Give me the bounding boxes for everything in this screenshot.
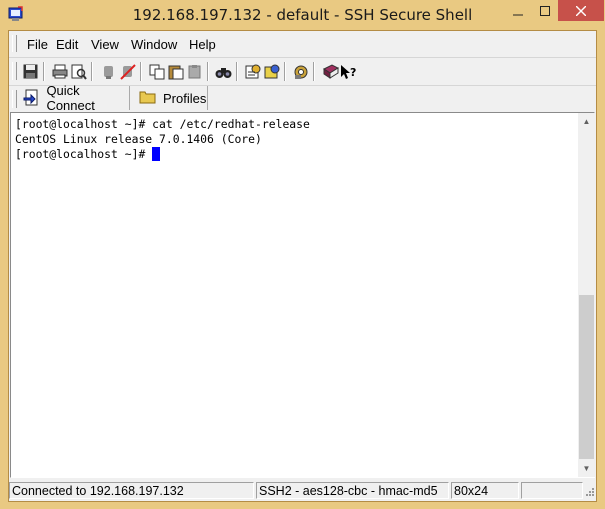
terminal-line: CentOS Linux release 7.0.1406 (Core) xyxy=(15,132,262,146)
resize-grip-icon[interactable] xyxy=(583,485,595,499)
file-transfer-icon[interactable] xyxy=(292,63,309,80)
settings-icon[interactable] xyxy=(244,63,261,80)
status-bar: Connected to 192.168.197.132 SSH2 - aes1… xyxy=(9,480,596,501)
profiles-button[interactable]: Profiles xyxy=(131,86,208,110)
menu-view[interactable]: View xyxy=(91,37,119,52)
minimize-icon[interactable] xyxy=(504,0,532,21)
save-icon[interactable] xyxy=(22,63,39,80)
toolbar-separator xyxy=(236,62,238,81)
terminal[interactable]: [root@localhost ~]# cat /etc/redhat-rele… xyxy=(11,113,578,477)
status-cipher: SSH2 - aes128-cbc - hmac-md5 xyxy=(256,482,449,499)
menu-grip[interactable] xyxy=(12,35,17,52)
vertical-scrollbar[interactable]: ▲ ▼ xyxy=(578,113,595,477)
scroll-down-icon[interactable]: ▼ xyxy=(578,460,595,477)
find-icon[interactable] xyxy=(215,63,232,80)
print-preview-icon[interactable] xyxy=(70,63,87,80)
help-book-icon[interactable] xyxy=(322,63,339,80)
print-icon[interactable] xyxy=(51,63,68,80)
context-help-icon[interactable]: ? xyxy=(340,63,357,80)
toolbar-separator xyxy=(140,62,142,81)
paste-icon[interactable] xyxy=(167,63,184,80)
toolbar-grip[interactable] xyxy=(12,62,17,80)
terminal-line: [root@localhost ~]# cat /etc/redhat-rele… xyxy=(15,117,310,131)
status-connection: Connected to 192.168.197.132 xyxy=(9,482,254,499)
quick-connect-button[interactable]: Quick Connect xyxy=(15,83,130,113)
menu-bar: File Edit View Window Help xyxy=(9,31,596,58)
terminal-prompt-line: [root@localhost ~]# xyxy=(15,147,578,162)
profile-settings-icon[interactable] xyxy=(263,63,280,80)
menu-help[interactable]: Help xyxy=(189,37,216,52)
terminal-frame: [root@localhost ~]# cat /etc/redhat-rele… xyxy=(10,112,595,478)
terminal-prompt: [root@localhost ~]# xyxy=(15,147,153,161)
scroll-up-icon[interactable]: ▲ xyxy=(578,113,595,130)
menu-edit[interactable]: Edit xyxy=(56,37,78,52)
profiles-label: Profiles xyxy=(163,90,207,106)
quick-connect-label: Quick Connect xyxy=(46,83,95,113)
toolbar-separator xyxy=(207,62,209,81)
status-extra xyxy=(521,482,583,499)
menu-file[interactable]: File xyxy=(27,37,48,52)
close-icon[interactable] xyxy=(558,0,604,21)
paste-disabled-icon[interactable] xyxy=(186,63,203,80)
terminal-cursor xyxy=(152,147,161,161)
maximize-icon[interactable] xyxy=(532,0,558,21)
folder-icon xyxy=(139,89,157,107)
quick-connect-icon xyxy=(23,89,40,107)
menu-window[interactable]: Window xyxy=(131,37,177,52)
svg-text:?: ? xyxy=(350,66,356,79)
ssh-window: 192.168.197.132 - default - SSH Secure S… xyxy=(0,0,605,509)
toolbar: ? xyxy=(9,58,596,86)
disconnect-icon[interactable] xyxy=(119,63,136,80)
toolbar-separator xyxy=(313,62,315,81)
copy-icon[interactable] xyxy=(148,63,165,80)
quick-connect-bar: Quick Connect Profiles xyxy=(9,83,596,113)
toolbar-separator xyxy=(43,62,45,81)
status-terminal-size: 80x24 xyxy=(451,482,519,499)
toolbar-separator xyxy=(284,62,286,81)
client-area: File Edit View Window Help ? Quick Conne… xyxy=(8,30,597,502)
scroll-thumb[interactable] xyxy=(579,295,594,459)
toolbar-separator xyxy=(91,62,93,81)
connect-icon[interactable] xyxy=(100,63,117,80)
title-bar[interactable]: 192.168.197.132 - default - SSH Secure S… xyxy=(0,0,605,30)
